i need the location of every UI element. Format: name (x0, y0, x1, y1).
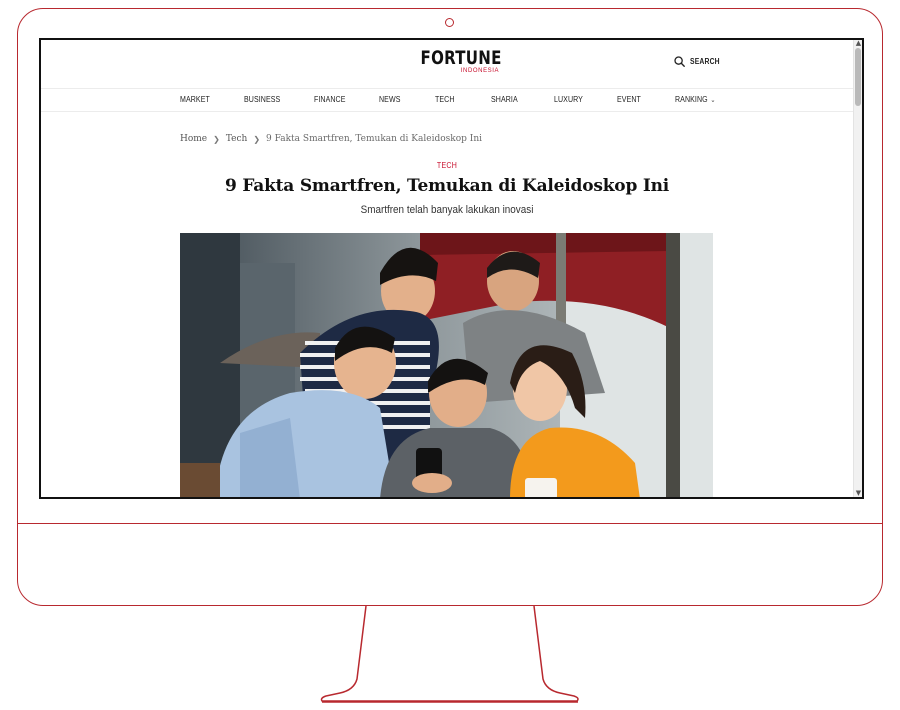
scroll-down-arrow-icon[interactable]: ▼ (855, 490, 862, 497)
vertical-scrollbar[interactable]: ▲ ▼ (853, 40, 862, 497)
nav-item-finance[interactable]: FINANCE (314, 95, 346, 104)
nav-item-tech[interactable]: TECH (435, 95, 455, 104)
nav-item-market[interactable]: MARKET (180, 95, 210, 104)
nav-item-luxury[interactable]: LUXURY (554, 95, 583, 104)
breadcrumb-current: 9 Fakta Smartfren, Temukan di Kaleidosko… (266, 134, 482, 144)
main-navigation: MARKET BUSINESS FINANCE NEWS TECH SHARIA… (41, 89, 853, 112)
chevron-down-icon: ⌄ (710, 97, 716, 104)
chevron-right-icon: ❯ (213, 134, 220, 144)
breadcrumb-tech[interactable]: Tech (226, 134, 247, 144)
article-title: 9 Fakta Smartfren, Temukan di Kaleidosko… (224, 176, 670, 196)
breadcrumb-home[interactable]: Home (180, 134, 207, 144)
nav-item-sharia[interactable]: SHARIA (491, 95, 518, 104)
scrollbar-thumb[interactable] (855, 48, 861, 106)
nav-item-ranking[interactable]: RANKING ⌄ (675, 95, 716, 104)
nav-item-news[interactable]: NEWS (379, 95, 400, 104)
nav-item-business[interactable]: BUSINESS (244, 95, 280, 104)
nav-item-ranking-label: RANKING (675, 95, 708, 104)
site-logo[interactable]: FORTUNE INDONESIA (415, 48, 507, 74)
monitor-screen: FORTUNE INDONESIA SEARCH MARKET BUSINESS… (39, 38, 864, 499)
search-label: SEARCH (690, 57, 720, 66)
article-subtitle: Smartfren telah banyak lakukan inovasi (360, 204, 534, 216)
chevron-right-icon: ❯ (253, 134, 261, 144)
article-hero-image (180, 233, 713, 497)
scroll-up-arrow-icon[interactable]: ▲ (855, 40, 862, 47)
search-button[interactable]: SEARCH (674, 56, 725, 67)
article-category[interactable]: TECH (90, 161, 805, 170)
web-page: FORTUNE INDONESIA SEARCH MARKET BUSINESS… (41, 40, 853, 497)
nav-item-event[interactable]: EVENT (617, 95, 641, 104)
breadcrumb: Home ❯ Tech ❯ 9 Fakta Smartfren, Temukan… (180, 134, 482, 144)
search-icon (674, 56, 685, 67)
site-header: FORTUNE INDONESIA SEARCH (41, 40, 853, 89)
logo-wordmark: FORTUNE (420, 47, 502, 69)
